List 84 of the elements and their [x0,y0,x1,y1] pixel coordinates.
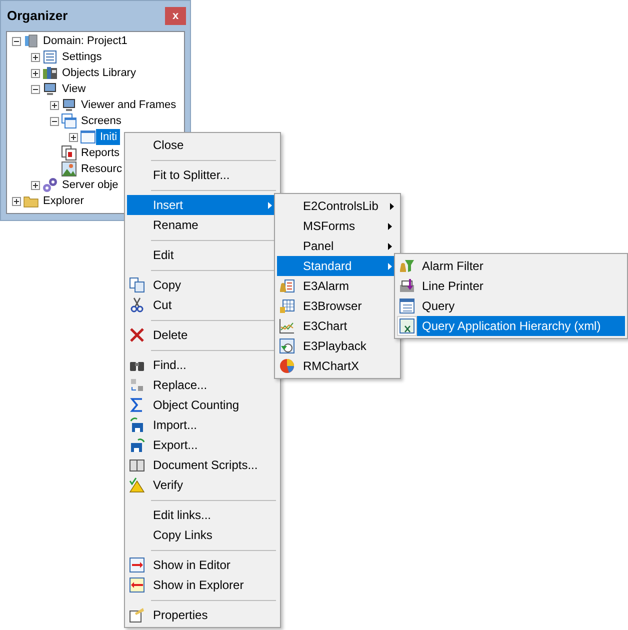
menu-item[interactable]: Cut [127,295,278,315]
menu-item[interactable]: Document Scripts... [127,455,278,475]
monitor-icon [61,97,77,113]
menu-item[interactable]: Query Application Hierarchy (xml) [417,316,625,336]
spreadsheet-icon [399,318,415,334]
server-icon [23,33,39,49]
tree-item[interactable]: Explorer [39,193,87,209]
expand-icon[interactable] [31,68,40,78]
menu-item[interactable]: Edit [127,245,278,265]
replace-icon [129,377,145,393]
menu-item[interactable]: Panel [277,236,398,256]
warning-check-icon [129,477,145,493]
collapse-icon[interactable] [12,36,21,46]
expand-icon[interactable] [50,100,59,110]
sigma-icon [129,397,145,413]
menu-item[interactable]: E2ControlsLib [277,196,398,216]
arrow-right-icon [129,557,145,573]
expand-icon[interactable] [12,196,21,206]
list-icon [42,49,58,65]
tree-item[interactable]: Objects Library [58,65,139,81]
library-icon [42,65,58,81]
close-button[interactable]: x [165,7,186,25]
grid-icon [279,298,295,314]
windows-icon [61,113,77,129]
tree-item[interactable]: Initi [96,129,120,145]
tree-item[interactable]: View [58,81,89,97]
menu-item[interactable]: Find... [127,355,278,375]
menu-item[interactable]: Show in Editor [127,555,278,575]
arrow-left-icon [129,577,145,593]
tree-item[interactable]: Domain: Project1 [39,33,130,49]
menu-item[interactable]: Replace... [127,375,278,395]
menu-item[interactable]: Show in Explorer [127,575,278,595]
tree-item[interactable]: Resourc [77,161,125,177]
menu-item[interactable]: Line Printer [417,276,625,296]
menu-item[interactable]: E3Alarm [277,276,398,296]
filter-icon [399,258,415,274]
tree-item[interactable]: Settings [58,49,105,65]
line-chart-icon [279,318,295,334]
delete-icon [129,327,145,343]
menu-item[interactable]: E3Chart [277,316,398,336]
printer-icon [399,278,415,294]
menu-item[interactable]: Object Counting [127,395,278,415]
properties-icon [129,607,145,623]
menu-item[interactable]: Query [417,296,625,316]
collapse-icon[interactable] [50,116,59,126]
table-icon [399,298,415,314]
expand-icon[interactable] [69,132,78,142]
alarm-list-icon [279,278,295,294]
menu-item[interactable]: Import... [127,415,278,435]
pie-chart-icon [279,358,295,374]
tree-item[interactable]: Viewer and Frames [77,97,180,113]
menu-item[interactable]: MSForms [277,216,398,236]
playback-icon [279,338,295,354]
monitor-icon [42,81,58,97]
menu-item[interactable]: Copy [127,275,278,295]
panel-title: Organizer [7,7,68,26]
menu-item[interactable]: E3Browser [277,296,398,316]
tree-item[interactable]: Screens [77,113,124,129]
scissors-icon [129,297,145,313]
tree-item[interactable]: Server obje [58,177,122,193]
menu-item[interactable]: Close [127,135,278,155]
menu-item[interactable]: Fit to Splitter... [127,165,278,185]
menu-item[interactable]: E3Playback [277,336,398,356]
tree-item[interactable]: Reports [77,145,123,161]
gears-icon [42,177,58,193]
copy-icon [129,277,145,293]
export-icon [129,437,145,453]
expand-icon[interactable] [31,52,40,62]
window-icon [80,129,96,145]
menu-item[interactable]: Delete [127,325,278,345]
menu-item[interactable]: RMChartX [277,356,398,376]
menu-item[interactable]: Alarm Filter [417,256,625,276]
menu-item[interactable]: Rename [127,215,278,235]
menu-item[interactable]: Edit links... [127,505,278,525]
report-icon [61,145,77,161]
book-icon [129,457,145,473]
menu-item[interactable]: Verify [127,475,278,495]
menu-item[interactable]: Copy Links [127,525,278,545]
collapse-icon[interactable] [31,84,40,94]
picture-icon [61,161,77,177]
import-icon [129,417,145,433]
menu-item[interactable]: Properties [127,605,278,625]
menu-item[interactable]: Export... [127,435,278,455]
expand-icon[interactable] [31,180,40,190]
